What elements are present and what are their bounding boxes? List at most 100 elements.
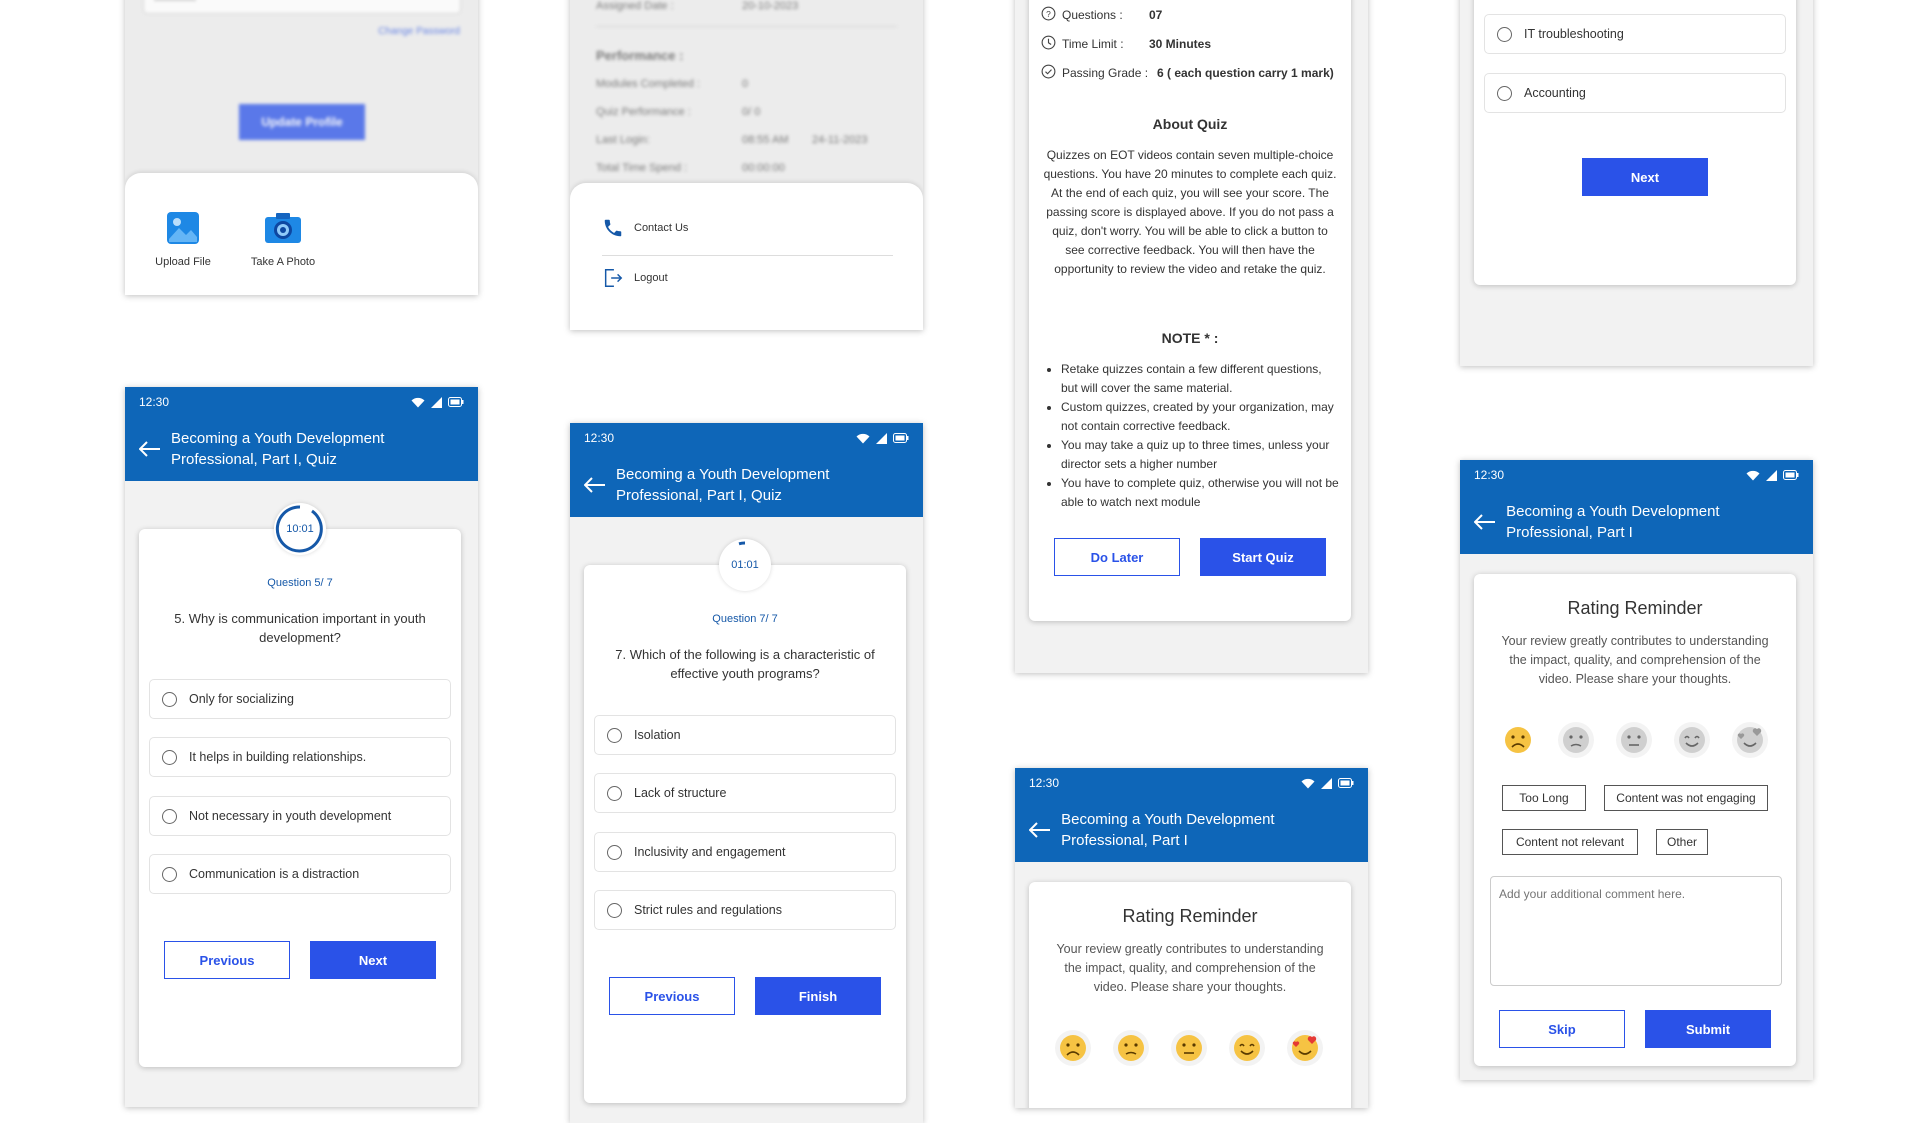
update-profile-button[interactable]: Update Profile xyxy=(239,104,365,140)
radio-button[interactable] xyxy=(162,691,177,707)
upload-sheet: Upload File Take A Photo xyxy=(125,173,478,295)
app-bar: Becoming a Youth Development Professiona… xyxy=(125,417,478,481)
radio-button[interactable] xyxy=(1497,85,1512,101)
submit-button[interactable]: Submit xyxy=(1645,1010,1771,1048)
gallery-icon xyxy=(166,211,200,250)
love-emoji-icon[interactable] xyxy=(1287,1030,1323,1066)
question-counter: Question 7/ 7 xyxy=(712,613,778,625)
very-sad-emoji-icon[interactable] xyxy=(1055,1030,1091,1066)
profile-screen: •••••••••••• Change Password Update Prof… xyxy=(125,0,478,295)
menu-screen: Assigned Date :20-10-2023 Performance : … xyxy=(570,0,923,330)
phone-icon xyxy=(602,217,624,239)
radio-button[interactable] xyxy=(162,866,177,882)
status-time: 12:30 xyxy=(584,431,615,445)
back-arrow-icon[interactable] xyxy=(584,475,606,495)
take-photo-option[interactable]: Take A Photo xyxy=(243,211,323,268)
answer-option[interactable]: Only for socializing xyxy=(149,679,451,719)
happy-emoji-icon[interactable] xyxy=(1674,722,1710,758)
note-item: Custom quizzes, created by your organiza… xyxy=(1061,398,1339,436)
answer-option[interactable]: Not necessary in youth development xyxy=(149,796,451,836)
do-later-button[interactable]: Do Later xyxy=(1054,538,1180,576)
very-sad-emoji-icon[interactable] xyxy=(1500,722,1536,758)
performance-heading: Performance : xyxy=(596,48,684,63)
rating-card: Rating Reminder Your review greatly cont… xyxy=(1029,882,1351,1108)
feedback-chip[interactable]: Too Long xyxy=(1502,785,1586,811)
battery-icon xyxy=(1783,470,1799,480)
contact-us-item[interactable]: Contact Us xyxy=(602,217,688,239)
start-quiz-button[interactable]: Start Quiz xyxy=(1200,538,1326,576)
radio-button[interactable] xyxy=(607,727,622,743)
screen-title: Becoming a Youth Development Professiona… xyxy=(1506,503,1720,541)
note-heading: NOTE * : xyxy=(1161,330,1219,346)
comment-field[interactable] xyxy=(1490,876,1782,986)
radio-button[interactable] xyxy=(607,785,622,801)
camera-icon xyxy=(264,211,302,250)
feedback-chip[interactable]: Content not relevant xyxy=(1502,829,1638,855)
screen-title: Becoming a Youth Development Professiona… xyxy=(1061,811,1275,849)
status-time: 12:30 xyxy=(139,395,170,409)
answer-option[interactable]: Lack of structure xyxy=(594,773,896,813)
signal-icon xyxy=(431,396,442,408)
change-password-link[interactable]: Change Password xyxy=(378,26,460,37)
screen-title: Becoming a Youth Development Professiona… xyxy=(171,430,385,468)
sad-emoji-icon[interactable] xyxy=(1113,1030,1149,1066)
neutral-emoji-icon[interactable] xyxy=(1616,722,1652,758)
rating-description: Your review greatly contributes to under… xyxy=(1056,942,1324,994)
about-quiz-heading: About Quiz xyxy=(1152,116,1228,132)
next-button[interactable]: Next xyxy=(310,941,436,979)
quiz-info-card: ? Questions : 07 Time Limit : 30 Minutes … xyxy=(1029,0,1351,621)
answer-option[interactable]: Strict rules and regulations xyxy=(594,890,896,930)
radio-button[interactable] xyxy=(607,844,622,860)
love-emoji-icon[interactable] xyxy=(1732,722,1768,758)
question-text: 5. Why is communication important in you… xyxy=(174,611,426,645)
wifi-icon xyxy=(856,433,870,444)
status-bar: 12:30 xyxy=(1460,460,1813,490)
radio-button[interactable] xyxy=(162,808,177,824)
divider xyxy=(596,26,897,27)
quiz-tail-card: IT troubleshooting Accounting Next xyxy=(1474,0,1796,285)
quiz-q7-screen: 12:30 Becoming a Youth Development Profe… xyxy=(570,423,923,1123)
previous-button[interactable]: Previous xyxy=(609,977,735,1015)
logout-item[interactable]: Logout xyxy=(602,267,668,289)
finish-button[interactable]: Finish xyxy=(755,977,881,1015)
neutral-emoji-icon[interactable] xyxy=(1171,1030,1207,1066)
happy-emoji-icon[interactable] xyxy=(1229,1030,1265,1066)
logout-icon xyxy=(602,267,624,289)
time-spent-row: Total Time Spend :00:00:00 xyxy=(596,162,785,174)
screen-title: Becoming a Youth Development Professiona… xyxy=(616,466,830,504)
question-text: 7. Which of the following is a character… xyxy=(615,647,875,681)
answer-option[interactable]: IT troubleshooting xyxy=(1484,14,1786,54)
password-field[interactable]: •••••••••••• xyxy=(143,0,461,14)
app-bar: Becoming a Youth Development Professiona… xyxy=(1015,798,1368,862)
assigned-date-row: Assigned Date :20-10-2023 xyxy=(596,0,799,12)
skip-button[interactable]: Skip xyxy=(1499,1010,1625,1048)
note-item: Retake quizzes contain a few different q… xyxy=(1061,360,1339,398)
answer-option[interactable]: Accounting xyxy=(1484,73,1786,113)
answer-option[interactable]: Isolation xyxy=(594,715,896,755)
back-arrow-icon[interactable] xyxy=(1029,820,1051,840)
countdown-timer: 01:01 xyxy=(719,539,771,591)
answer-option[interactable]: Communication is a distraction xyxy=(149,854,451,894)
modules-row: Modules Completed :0 xyxy=(596,78,749,90)
rating-description: Your review greatly contributes to under… xyxy=(1501,634,1769,686)
status-bar: 12:30 xyxy=(570,423,923,453)
wifi-icon xyxy=(1301,778,1315,789)
next-button[interactable]: Next xyxy=(1582,158,1708,196)
previous-button[interactable]: Previous xyxy=(164,941,290,979)
answer-option[interactable]: It helps in building relationships. xyxy=(149,737,451,777)
back-arrow-icon[interactable] xyxy=(139,439,161,459)
signal-icon xyxy=(876,432,887,444)
time-limit-value: 30 Minutes xyxy=(1149,37,1212,51)
radio-button[interactable] xyxy=(1497,26,1512,42)
feedback-chip[interactable]: Content was not engaging xyxy=(1604,785,1768,811)
time-limit-row: Time Limit : 30 Minutes xyxy=(1041,35,1211,53)
radio-button[interactable] xyxy=(607,902,622,918)
answer-option[interactable]: Inclusivity and engagement xyxy=(594,832,896,872)
upload-file-option[interactable]: Upload File xyxy=(153,211,213,268)
back-arrow-icon[interactable] xyxy=(1474,512,1496,532)
feedback-chip[interactable]: Other xyxy=(1656,829,1708,855)
radio-button[interactable] xyxy=(162,749,177,765)
note-list: Retake quizzes contain a few different q… xyxy=(1055,360,1339,512)
questions-value: 07 xyxy=(1149,8,1163,22)
sad-emoji-icon[interactable] xyxy=(1558,722,1594,758)
